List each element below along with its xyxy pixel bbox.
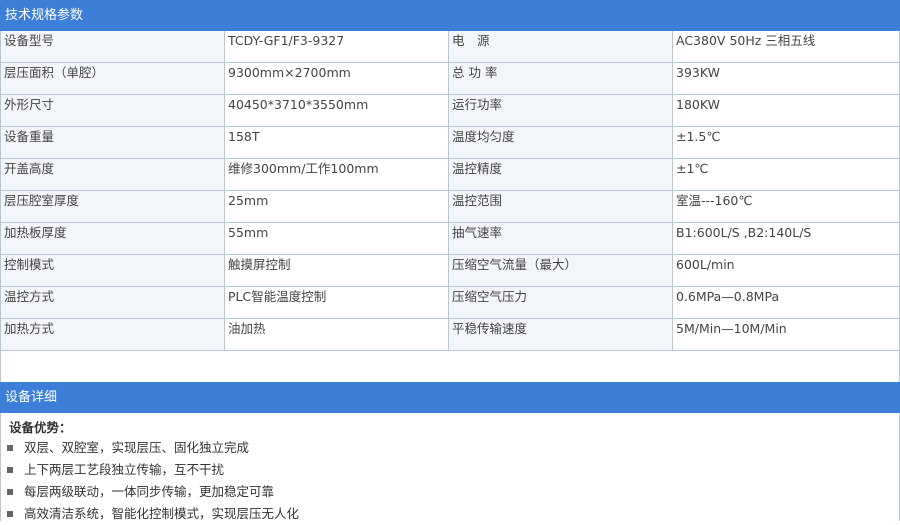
list-item: 上下两层工艺段独立传输，互不干扰 xyxy=(1,459,899,481)
spec-label: 控制模式 xyxy=(0,254,225,287)
spec-value: 55mm xyxy=(224,222,449,255)
advantage-text: 每层两级联动，一体同步传输，更加稳定可靠 xyxy=(24,484,275,499)
spec-label: 温度均匀度 xyxy=(448,126,673,159)
table-row: 温控方式 PLC智能温度控制 压缩空气压力 0.6MPa—0.8MPa xyxy=(0,286,900,319)
spec-value: PLC智能温度控制 xyxy=(224,286,449,319)
list-item: 双层、双腔室，实现层压、固化独立完成 xyxy=(1,437,899,459)
spec-label: 压缩空气流量（最大） xyxy=(448,254,673,287)
specs-header: 技术规格参数 xyxy=(0,0,900,31)
spec-label: 电 源 xyxy=(448,31,673,63)
spec-label: 温控方式 xyxy=(0,286,225,319)
spec-value: 室温---160℃ xyxy=(672,190,900,223)
spec-label: 层压面积（单腔） xyxy=(0,62,225,95)
spec-label: 加热板厚度 xyxy=(0,222,225,255)
spec-label: 设备重量 xyxy=(0,126,225,159)
spec-value: TCDY-GF1/F3-9327 xyxy=(224,31,449,63)
spec-label: 开盖高度 xyxy=(0,158,225,191)
bullet-square-icon xyxy=(7,466,13,473)
table-row: 加热板厚度 55mm 抽气速率 B1:600L/S ,B2:140L/S xyxy=(0,222,900,255)
list-item: 每层两级联动，一体同步传输，更加稳定可靠 xyxy=(1,481,899,503)
spec-value: 5M/Min—10M/Min xyxy=(672,318,900,351)
spec-value: 180KW xyxy=(672,94,900,127)
spec-label: 总 功 率 xyxy=(448,62,673,95)
table-row: 控制模式 触摸屏控制 压缩空气流量（最大） 600L/min xyxy=(0,254,900,287)
advantages-title: 设备优势： xyxy=(9,420,72,435)
spec-label: 平稳传输速度 xyxy=(448,318,673,351)
spec-value: 9300mm×2700mm xyxy=(224,62,449,95)
spec-value: 158T xyxy=(224,126,449,159)
spec-value: 600L/min xyxy=(672,254,900,287)
table-row: 外形尺寸 40450*3710*3550mm 运行功率 180KW xyxy=(0,94,900,127)
spec-label: 压缩空气压力 xyxy=(448,286,673,319)
advantage-text: 双层、双腔室，实现层压、固化独立完成 xyxy=(24,440,250,455)
table-row: 加热方式 油加热 平稳传输速度 5M/Min—10M/Min xyxy=(0,318,900,351)
bullet-square-icon xyxy=(7,488,13,495)
list-item: 高效清洁系统，智能化控制模式，实现层压无人化 xyxy=(1,503,899,525)
detail-section: 设备优势： 双层、双腔室，实现层压、固化独立完成 上下两层工艺段独立传输，互不干… xyxy=(0,413,900,521)
spec-label: 外形尺寸 xyxy=(0,94,225,127)
spacer xyxy=(0,351,900,382)
advantages-list: 双层、双腔室，实现层压、固化独立完成 上下两层工艺段独立传输，互不干扰 每层两级… xyxy=(1,437,899,525)
table-row: 层压腔室厚度 25mm 温控范围 室温---160℃ xyxy=(0,190,900,223)
table-row: 设备重量 158T 温度均匀度 ±1.5℃ xyxy=(0,126,900,159)
specs-table: 设备型号 TCDY-GF1/F3-9327 电 源 AC380V 50Hz 三相五线层… xyxy=(0,31,900,351)
spec-label: 抽气速率 xyxy=(448,222,673,255)
spec-value: 25mm xyxy=(224,190,449,223)
spec-value: 0.6MPa—0.8MPa xyxy=(672,286,900,319)
spec-label: 温控范围 xyxy=(448,190,673,223)
spec-value: ±1.5℃ xyxy=(672,126,900,159)
spec-value: B1:600L/S ,B2:140L/S xyxy=(672,222,900,255)
advantage-text: 上下两层工艺段独立传输，互不干扰 xyxy=(24,462,225,477)
spec-label: 温控精度 xyxy=(448,158,673,191)
spec-label: 运行功率 xyxy=(448,94,673,127)
bullet-square-icon xyxy=(7,510,13,517)
spec-value: 维修300mm/工作100mm xyxy=(224,158,449,191)
spec-label: 设备型号 xyxy=(0,31,225,63)
advantage-text: 高效清洁系统，智能化控制模式，实现层压无人化 xyxy=(24,506,300,521)
spec-value: 触摸屏控制 xyxy=(224,254,449,287)
spec-label: 加热方式 xyxy=(0,318,225,351)
spec-value: 393KW xyxy=(672,62,900,95)
bullet-square-icon xyxy=(7,444,13,451)
spec-label: 层压腔室厚度 xyxy=(0,190,225,223)
spec-value: 40450*3710*3550mm xyxy=(224,94,449,127)
table-row: 层压面积（单腔） 9300mm×2700mm 总 功 率 393KW xyxy=(0,62,900,95)
spec-value: 油加热 xyxy=(224,318,449,351)
table-row: 开盖高度 维修300mm/工作100mm 温控精度 ±1℃ xyxy=(0,158,900,191)
detail-header: 设备详细 xyxy=(0,382,900,413)
spec-value: AC380V 50Hz 三相五线 xyxy=(672,31,900,63)
spec-value: ±1℃ xyxy=(672,158,900,191)
table-row: 设备型号 TCDY-GF1/F3-9327 电 源 AC380V 50Hz 三相五线 xyxy=(0,31,900,63)
